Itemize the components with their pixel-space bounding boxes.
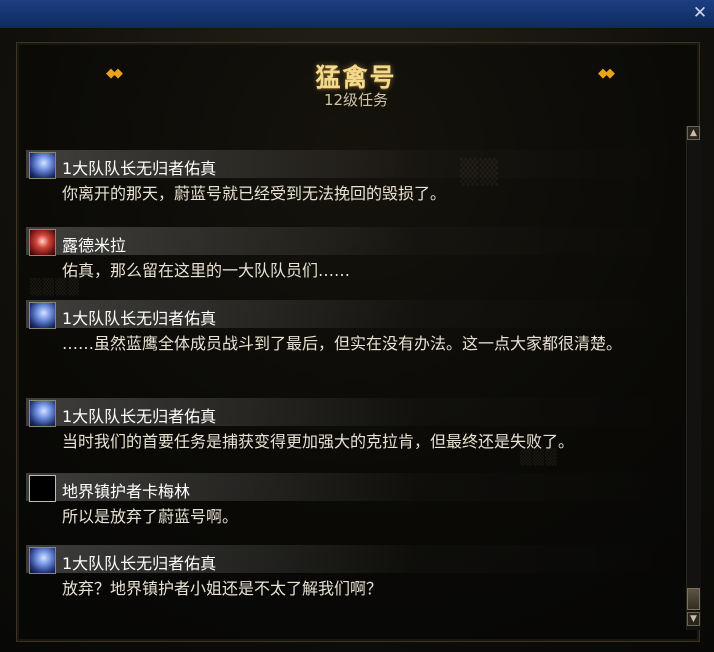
- blue-hair-avatar-icon: [29, 547, 56, 574]
- dialog-text: 放弃？地界镇护者小姐还是不太了解我们啊？: [62, 579, 383, 598]
- blue-hair-avatar-icon: [29, 152, 56, 179]
- scroll-thumb[interactable]: [687, 588, 700, 610]
- speaker-name: 露德米拉: [62, 236, 127, 255]
- dialog-text: 你离开的那天，蔚蓝号就已经受到无法挽回的毁损了。: [62, 184, 447, 203]
- speaker-name: 1大队队长无归者佑真: [62, 407, 217, 426]
- close-button[interactable]: ✕: [690, 3, 710, 23]
- window-title-bar: [0, 0, 714, 29]
- speaker-name: 1大队队长无归者佑真: [62, 309, 217, 328]
- red-hair-avatar-icon: [29, 229, 56, 256]
- blue-hair-avatar-icon: [29, 400, 56, 427]
- quest-level: 12级任务: [323, 91, 389, 109]
- dialog-text: 所以是放弃了蔚蓝号啊。: [62, 507, 239, 526]
- blue-hair-avatar-icon: [29, 302, 56, 329]
- speaker-name: 1大队队长无归者佑真: [62, 159, 217, 178]
- dialog-scrollbar[interactable]: ▲ ▼: [686, 126, 701, 630]
- dialog-text: 佑真，那么留在这里的一大队队员们……: [62, 261, 351, 280]
- empty-avatar-icon: [29, 475, 56, 502]
- scroll-up-button[interactable]: ▲: [687, 126, 700, 140]
- panel-header: ◆◆ ◆◆ 猛禽号 12级任务: [20, 44, 692, 120]
- dialog-text: ……虽然蓝鹰全体成员战斗到了最后，但实在没有办法。这一点大家都很清楚。: [62, 334, 623, 353]
- speaker-name: 1大队队长无归者佑真: [62, 554, 217, 573]
- dialog-list: 1大队队长无归者佑真 你离开的那天，蔚蓝号就已经受到无法挽回的毁损了。 露德米拉…: [26, 150, 678, 630]
- scroll-down-button[interactable]: ▼: [687, 612, 700, 626]
- dialog-text: 当时我们的首要任务是捕获变得更加强大的克拉肯，但最终还是失败了。: [62, 432, 575, 451]
- speaker-name: 地界镇护者卡梅林: [62, 482, 191, 501]
